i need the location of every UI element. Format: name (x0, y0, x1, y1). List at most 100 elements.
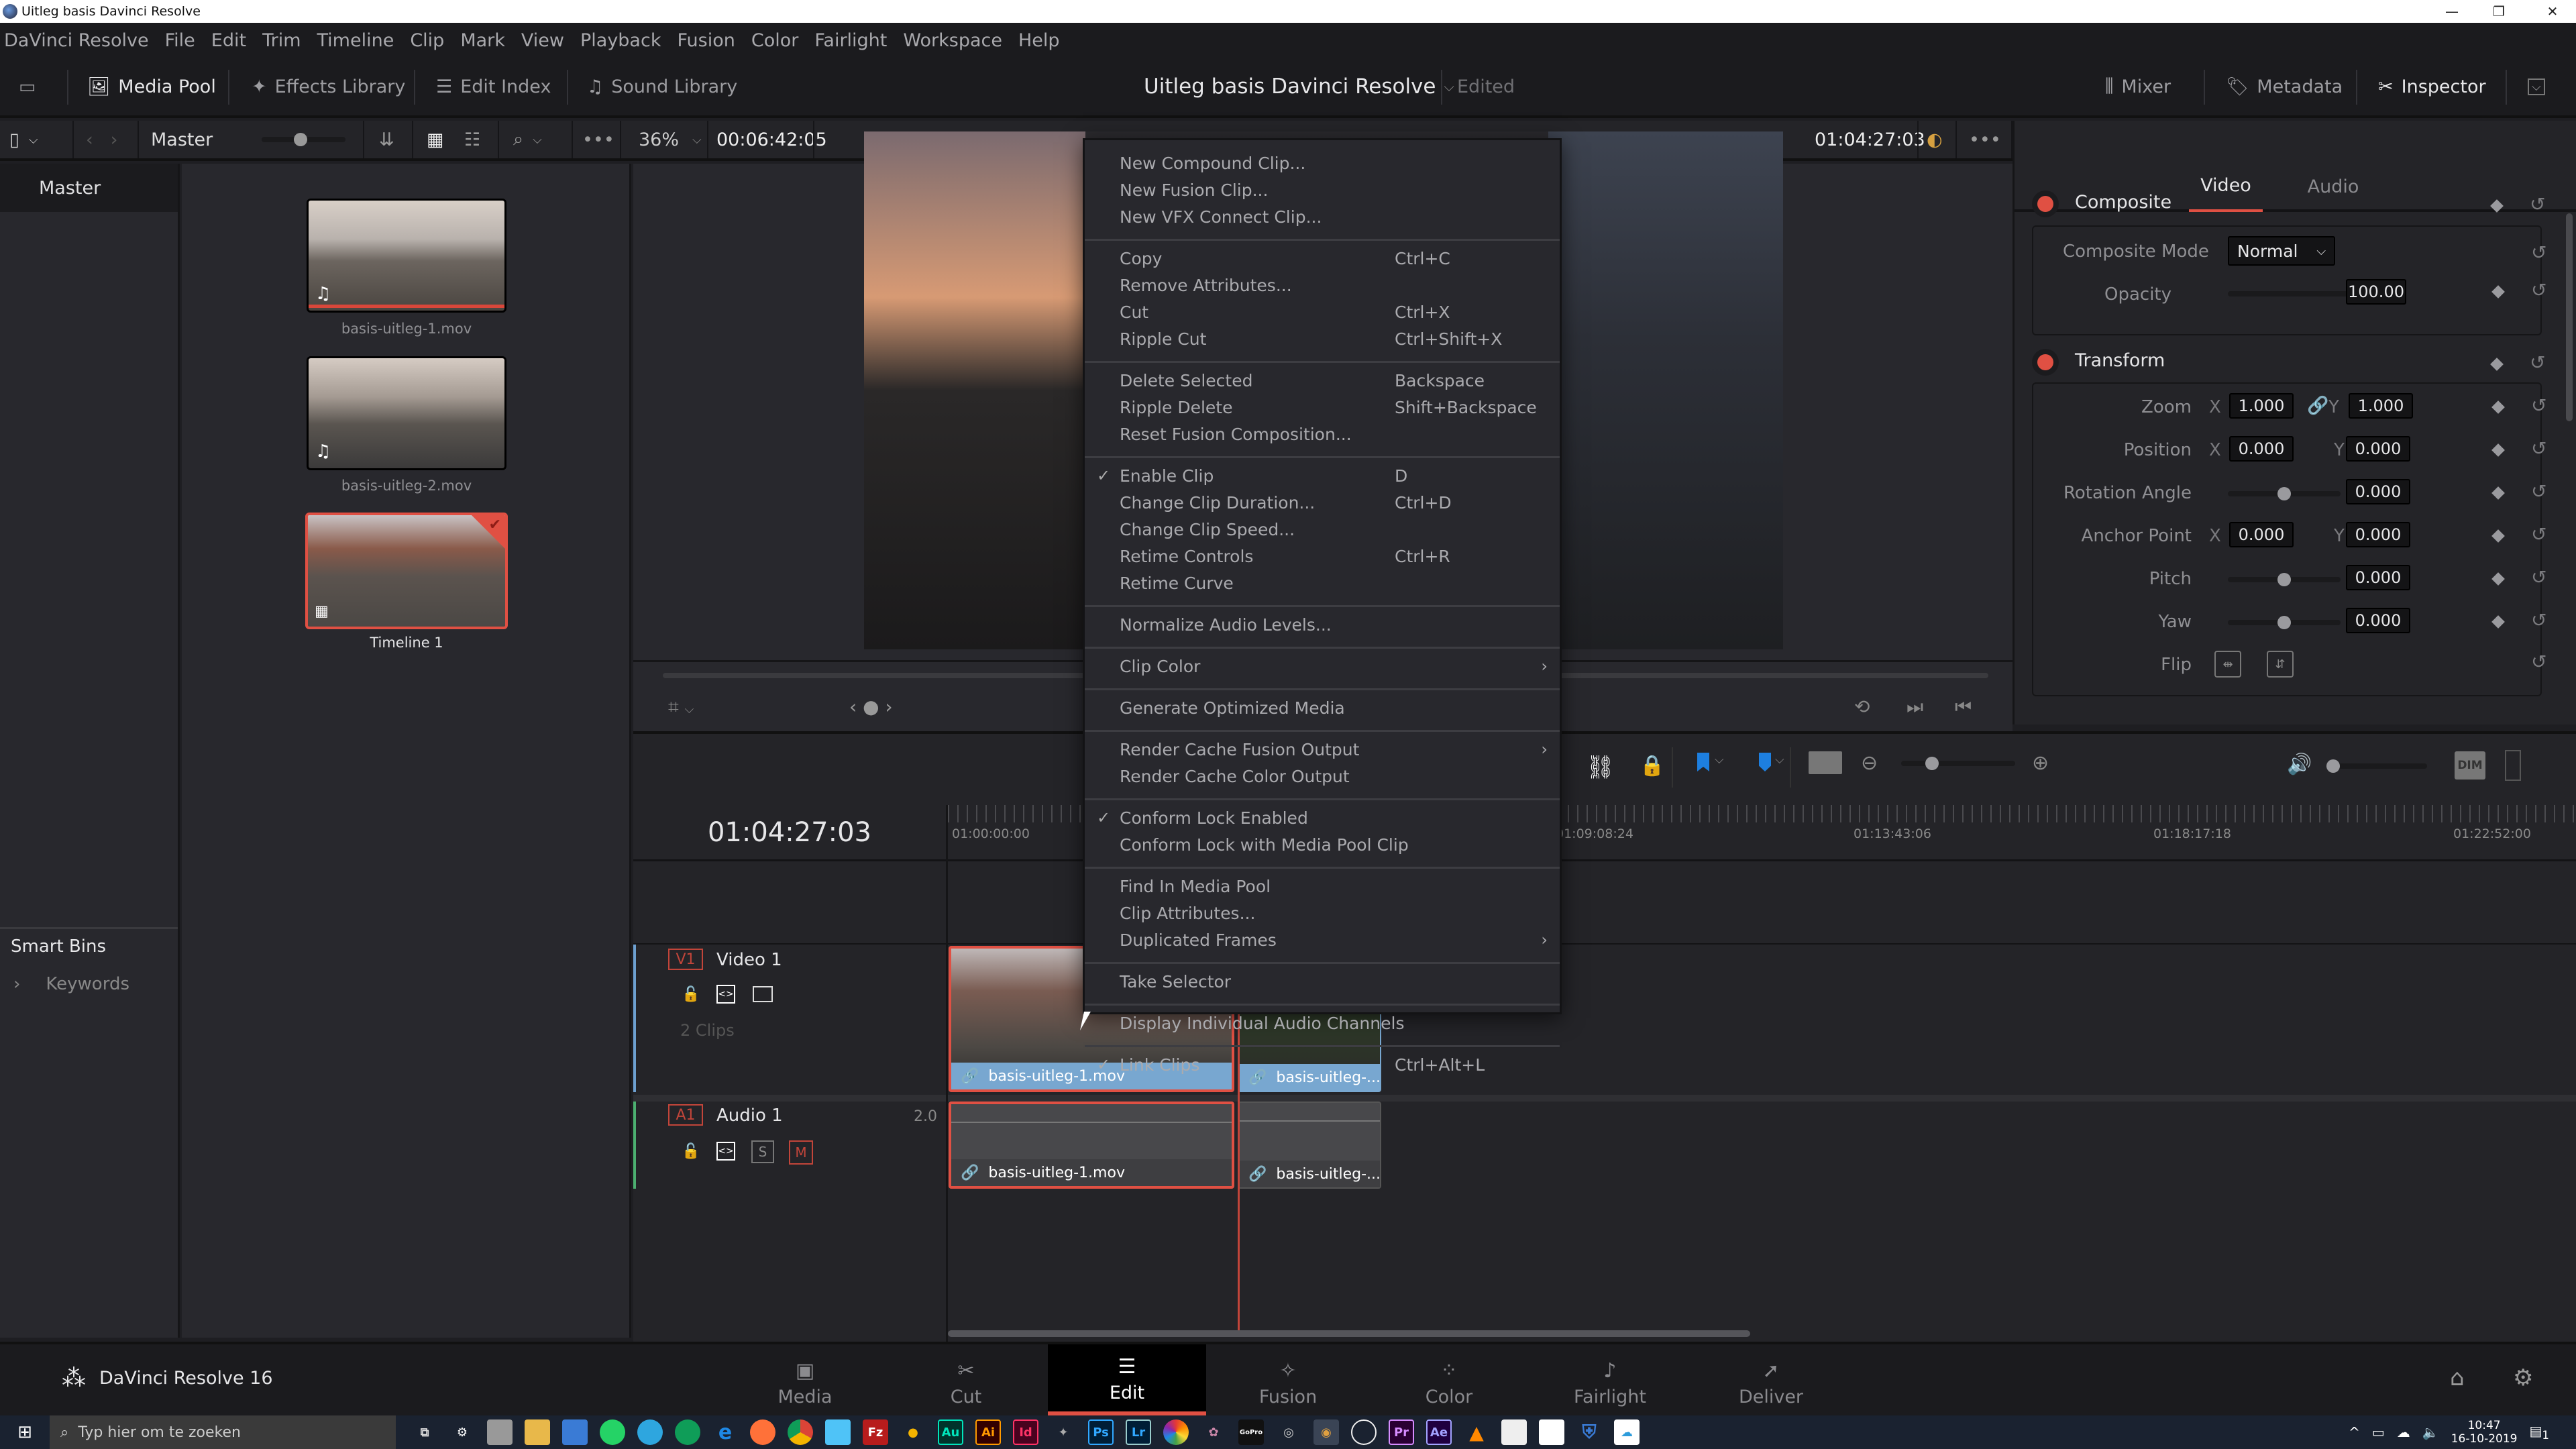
app-icon[interactable]: ✿ (1201, 1419, 1226, 1445)
flip-horizontal-button[interactable]: ⇹ (2214, 651, 2241, 678)
thumbnail-size-slider[interactable] (262, 121, 345, 158)
chevron-down-icon[interactable]: ⌵ (1775, 753, 1784, 767)
reset-icon[interactable]: ↺ (2531, 437, 2546, 460)
page-tab-fairlight[interactable]: ♪ Fairlight (1531, 1344, 1689, 1415)
inspector-button[interactable]: ✂ Inspector (2378, 58, 2486, 115)
menu-item-ripple-cut[interactable]: Ripple Cut Ctrl+Shift+X (1085, 325, 1560, 352)
app-icon[interactable] (1501, 1419, 1527, 1445)
search-button[interactable]: ⌕ ⌵ (513, 121, 542, 158)
anchor-y-field[interactable]: 0.000 (2346, 522, 2410, 547)
linked-selection-button[interactable]: ⛓ (1586, 754, 1615, 781)
lock-track-button[interactable]: 🔓 (682, 986, 700, 1003)
menu-item-conform-lock-with-media-pool-clip[interactable]: Conform Lock with Media Pool Clip (1085, 831, 1560, 858)
timeline-zoom-slider[interactable] (1901, 757, 2015, 770)
keyframe-icon[interactable] (2491, 486, 2505, 500)
chevron-right-icon[interactable]: › (111, 129, 118, 150)
reset-icon[interactable]: ↺ (2531, 651, 2546, 673)
position-y-field[interactable]: 0.000 (2346, 436, 2410, 462)
edge-icon[interactable]: e (712, 1419, 738, 1445)
rotation-slider[interactable] (2228, 487, 2341, 500)
reset-icon[interactable]: ↺ (2530, 352, 2545, 374)
lightroom-icon[interactable]: Lr (1126, 1419, 1151, 1445)
reset-icon[interactable]: ↺ (2531, 609, 2546, 631)
zoom-x-field[interactable]: 1.000 (2229, 393, 2294, 419)
media-pool-button[interactable]: 🖼 Media Pool (87, 58, 216, 115)
menu-item-duplicated-frames[interactable]: Duplicated Frames › (1085, 926, 1560, 953)
page-tab-deliver[interactable]: ➚ Deliver (1692, 1344, 1850, 1415)
pitch-field[interactable]: 0.000 (2346, 565, 2410, 590)
flag-button[interactable] (1697, 753, 1709, 771)
menu-help[interactable]: Help (1018, 30, 1060, 51)
network-icon[interactable]: ▭ (2372, 1424, 2385, 1440)
menu-item-render-cache-fusion-output[interactable]: Render Cache Fusion Output › (1085, 736, 1560, 763)
store-icon[interactable] (1539, 1419, 1564, 1445)
obs-icon[interactable] (1351, 1419, 1377, 1445)
audition-icon[interactable]: Au (938, 1419, 963, 1445)
notification-center-icon[interactable]: ▤1 (2529, 1423, 2549, 1442)
viewer-zoom-dropdown[interactable]: 36% ⌵ (639, 121, 702, 158)
onedrive-icon[interactable]: ☁ (2397, 1424, 2410, 1440)
timeline-scrollbar[interactable] (948, 1330, 1750, 1337)
menu-item-new-compound-clip[interactable]: New Compound Clip... (1085, 150, 1560, 176)
vlc-icon[interactable]: ▲ (1464, 1419, 1489, 1445)
app-icon[interactable]: ⛨ (1576, 1419, 1602, 1445)
chevron-down-icon[interactable]: ⌵ (1715, 753, 1724, 767)
reset-icon[interactable]: ↺ (2531, 394, 2546, 417)
smart-bin-keywords[interactable]: › Keywords (13, 974, 129, 994)
pitch-slider[interactable] (2228, 573, 2341, 586)
dim-button[interactable]: DIM (2455, 751, 2485, 780)
rotation-field[interactable]: 0.000 (2346, 479, 2410, 504)
keyframe-icon[interactable] (2491, 572, 2505, 586)
task-view-icon[interactable]: ⧉ (412, 1419, 437, 1445)
menu-workspace[interactable]: Workspace (903, 30, 1002, 51)
menu-item-change-clip-speed[interactable]: Change Clip Speed... (1085, 516, 1560, 543)
page-tab-edit[interactable]: ☰ Edit (1048, 1344, 1206, 1415)
keyframe-icon[interactable] (2490, 358, 2504, 371)
illustrator-icon[interactable]: Ai (975, 1419, 1001, 1445)
expand-toolbar-button[interactable]: ⌵ (2528, 58, 2545, 115)
metadata-button[interactable]: 🏷 Metadata (2226, 58, 2343, 115)
track-destination-a1[interactable]: A1 (668, 1104, 703, 1126)
firefox-icon[interactable] (750, 1419, 775, 1445)
photoshop-icon[interactable]: Ps (1088, 1419, 1114, 1445)
menu-item-remove-attributes[interactable]: Remove Attributes... (1085, 272, 1560, 299)
track-name-audio[interactable]: Audio 1 (716, 1106, 783, 1126)
keyframe-icon[interactable] (2491, 529, 2505, 543)
after-effects-icon[interactable]: Ae (1426, 1419, 1452, 1445)
slider-knob[interactable] (2277, 616, 2291, 629)
menu-fairlight[interactable]: Fairlight (814, 30, 887, 51)
auto-select-button[interactable]: <> (716, 1142, 735, 1161)
media-pool-clip-thumbnail[interactable]: ♫ (307, 199, 506, 313)
keyframe-icon[interactable] (2491, 615, 2505, 629)
menu-item-new-vfx-connect-clip[interactable]: New VFX Connect Clip... (1085, 203, 1560, 230)
menu-item-new-fusion-clip[interactable]: New Fusion Clip... (1085, 176, 1560, 203)
start-button[interactable]: ⊞ (0, 1415, 50, 1449)
taskbar-search-box[interactable]: ⌕ Typ hier om te zoeken (50, 1415, 396, 1449)
slider-knob[interactable] (2277, 487, 2291, 500)
indesign-icon[interactable]: Id (1013, 1419, 1038, 1445)
app-icon[interactable] (487, 1419, 513, 1445)
sort-button[interactable]: ⇊ (379, 121, 394, 158)
viewer-options-button[interactable]: ••• (1969, 121, 2001, 158)
page-tab-color[interactable]: ⁘ Color (1370, 1344, 1528, 1415)
thumbnail-view-button[interactable]: ▦ (427, 121, 444, 158)
monitor-volume-slider[interactable] (2326, 759, 2427, 773)
menu-item-enable-clip[interactable]: ✓ Enable Clip D (1085, 462, 1560, 489)
page-tab-fusion[interactable]: ✧ Fusion (1209, 1344, 1367, 1415)
color-viewer-button[interactable]: ◐ (1927, 121, 1943, 158)
davinci-resolve-taskbar-icon[interactable]: ◉ (1313, 1419, 1339, 1445)
menu-item-copy[interactable]: Copy Ctrl+C (1085, 245, 1560, 272)
app-icon[interactable] (1163, 1419, 1189, 1445)
position-x-field[interactable]: 0.000 (2229, 436, 2294, 462)
slider-knob[interactable] (2277, 573, 2291, 586)
track-destination-v1[interactable]: V1 (668, 949, 703, 970)
auto-select-button[interactable]: <> (716, 985, 735, 1004)
opacity-slider[interactable] (2228, 287, 2362, 301)
menu-item-conform-lock-enabled[interactable]: ✓ Conform Lock Enabled (1085, 804, 1560, 831)
settings-app-icon[interactable]: ⚙ (449, 1419, 475, 1445)
project-manager-button[interactable]: ⌂ (2450, 1364, 2465, 1391)
reset-icon[interactable]: ↺ (2531, 279, 2546, 301)
chevron-left-icon[interactable]: ‹ (86, 129, 93, 150)
clock[interactable]: 10:47 16-10-2019 (2451, 1419, 2518, 1446)
menu-item-clip-attributes[interactable]: Clip Attributes... (1085, 900, 1560, 926)
